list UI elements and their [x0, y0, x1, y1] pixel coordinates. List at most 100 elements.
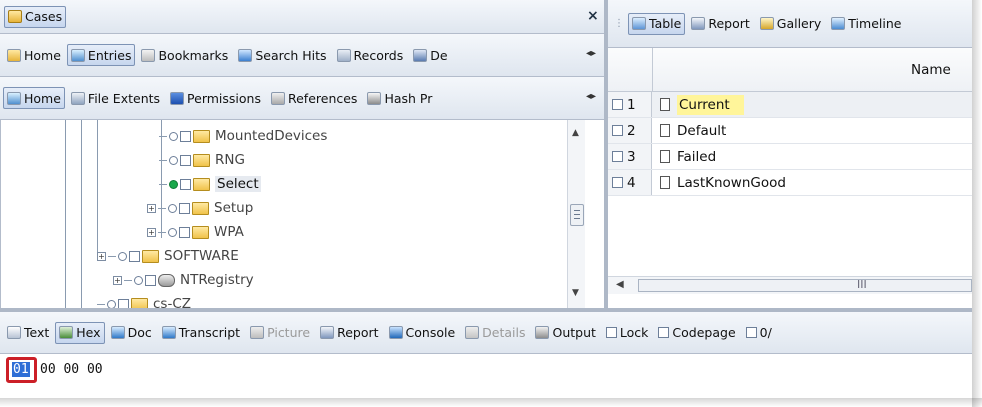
row-number: 1 — [627, 96, 636, 113]
nav_tabs-home[interactable]: Home — [3, 44, 65, 66]
nav_tabs-entries[interactable]: Entries — [66, 44, 136, 66]
nav_tabs-de[interactable]: De — [409, 44, 451, 66]
table-row[interactable]: 3 Failed — [608, 144, 972, 170]
tree-node-label: Setup — [214, 200, 254, 216]
bottom_tabs-picture[interactable]: Picture — [246, 322, 314, 344]
tree-node-label: cs-CZ — [153, 296, 192, 308]
grip-icon: ⋮ — [614, 18, 624, 29]
expand-icon[interactable]: + — [97, 251, 106, 261]
row-checkbox[interactable] — [612, 177, 623, 188]
close-icon[interactable]: × — [587, 8, 599, 24]
view_tabs-timeline[interactable]: Timeline — [827, 13, 905, 35]
scroll-tabs-icon[interactable]: ◂▸ — [586, 48, 596, 59]
sub_tabs-permissions[interactable]: Permissions — [166, 87, 265, 109]
nav_tabs-search-hits[interactable]: Search Hits — [234, 44, 330, 66]
scroll-up-icon[interactable]: ▲ — [572, 128, 579, 138]
tree-vscroll[interactable]: ▲ ▼ — [567, 120, 585, 308]
bottom_tabs-console[interactable]: Console — [385, 322, 460, 344]
checkbox-icon[interactable] — [118, 298, 129, 308]
tree-node-mounteddevices[interactable]: MountedDevices — [159, 126, 327, 146]
table-icon — [632, 17, 646, 30]
table-row[interactable]: 2 Default — [608, 118, 972, 144]
checkbox-icon[interactable] — [180, 154, 191, 166]
table-row[interactable]: 4 LastKnownGood — [608, 170, 972, 196]
node-icon[interactable] — [118, 251, 127, 261]
node-icon[interactable] — [134, 275, 143, 285]
scroll-thumb[interactable] — [570, 204, 584, 226]
tree-node-ntregistry[interactable]: + NTRegistry — [113, 270, 254, 290]
hex-bytes[interactable]: 00 00 00 — [40, 362, 103, 377]
bottom_tabs-text[interactable]: Text — [3, 322, 53, 344]
selected-node-icon[interactable] — [169, 179, 178, 189]
file-icon — [660, 176, 670, 189]
sub_tabs-file-extents[interactable]: File Extents — [67, 87, 164, 109]
checkbox-codepage[interactable]: Codepage — [654, 322, 739, 344]
checkbox-icon[interactable] — [180, 178, 191, 190]
checkbox-icon[interactable] — [129, 250, 140, 262]
checkbox-icon[interactable] — [179, 202, 190, 214]
checkbox-icon[interactable] — [658, 327, 670, 338]
bottom_tabs-hex[interactable]: Hex — [55, 321, 105, 344]
nav_tabs-records[interactable]: Records — [333, 44, 408, 66]
entries-tree: MountedDevices RNG Select + Setup + WPA + SOFTWA… — [0, 120, 604, 308]
node-icon[interactable] — [107, 299, 116, 308]
row-checkbox[interactable] — [612, 151, 623, 162]
expand-icon[interactable]: + — [147, 203, 156, 213]
node-icon[interactable] — [169, 155, 178, 165]
checkbox-icon[interactable] — [745, 327, 757, 338]
checkbox-icon[interactable] — [605, 327, 617, 338]
bottom_tabs-output[interactable]: Output — [531, 322, 599, 344]
scroll-tabs-icon[interactable]: ◂▸ — [586, 91, 596, 102]
checkbox-icon[interactable] — [180, 130, 191, 142]
hex-selected-byte[interactable]: 01 — [12, 362, 30, 377]
table-row[interactable]: 1 Current — [608, 92, 972, 118]
hscroll-thumb[interactable]: III — [638, 278, 972, 292]
nav_tabs-bookmarks[interactable]: Bookmarks — [137, 44, 232, 66]
node-icon[interactable] — [169, 131, 178, 141]
column-header-name[interactable]: Name — [911, 62, 951, 78]
row-checkbox[interactable] — [612, 125, 623, 136]
checkbox-0-[interactable]: 0/ — [742, 322, 776, 344]
checkbox-icon[interactable] — [179, 226, 190, 238]
tree-node-cs-cz[interactable]: cs-CZ — [97, 294, 191, 308]
tree-node-label: RNG — [215, 152, 245, 168]
bottom_tabs-doc[interactable]: Doc — [107, 322, 156, 344]
sub_tabs-home[interactable]: Home — [3, 87, 65, 109]
row-checkbox[interactable] — [612, 99, 623, 110]
checkbox-icon[interactable] — [145, 274, 156, 286]
tree-node-software[interactable]: + SOFTWARE — [97, 246, 239, 266]
tree-node-setup[interactable]: + Setup — [147, 198, 253, 218]
bottom_tabs-label: Transcript — [178, 325, 241, 340]
scroll-left-icon[interactable]: ◀ — [616, 279, 624, 290]
expand-icon[interactable]: + — [147, 227, 156, 237]
bottom_tabs-label: Doc — [127, 325, 152, 340]
bottom_tabs-transcript[interactable]: Transcript — [158, 322, 244, 344]
view_tabs-table[interactable]: Table — [628, 12, 686, 35]
tree-node-select[interactable]: Select — [159, 174, 261, 194]
scroll-down-icon[interactable]: ▼ — [572, 288, 579, 298]
sub_tabs-label: Hash Pr — [384, 90, 433, 106]
folder-icon — [193, 177, 210, 191]
hex-view[interactable]: 01 00 00 00 — [0, 354, 972, 398]
folder-icon — [142, 249, 159, 263]
tree-node-label: MountedDevices — [215, 128, 328, 144]
folder-icon — [192, 225, 209, 239]
file-icon — [660, 98, 670, 111]
tree-node-rng[interactable]: RNG — [159, 150, 245, 170]
table-hscroll[interactable]: ◀ III — [608, 276, 972, 294]
bottom_tabs-report[interactable]: Report — [316, 322, 382, 344]
checkbox-lock[interactable]: Lock — [602, 322, 653, 344]
bottom_tabs-details[interactable]: Details — [461, 322, 529, 344]
view_tabs-gallery[interactable]: Gallery — [756, 13, 826, 35]
picture-icon — [250, 326, 265, 339]
sub_tabs-references[interactable]: References — [267, 87, 361, 109]
bookmarks-icon — [141, 48, 156, 62]
row-number: 2 — [627, 122, 636, 139]
sub_tabs-hash-pr[interactable]: Hash Pr — [363, 87, 436, 109]
tree-node-wpa[interactable]: + WPA — [147, 222, 244, 242]
view_tabs-report[interactable]: Report — [687, 13, 753, 35]
node-icon[interactable] — [168, 203, 177, 213]
cases-tab[interactable]: Cases — [4, 5, 67, 28]
expand-icon[interactable]: + — [113, 275, 122, 285]
node-icon[interactable] — [168, 227, 177, 237]
